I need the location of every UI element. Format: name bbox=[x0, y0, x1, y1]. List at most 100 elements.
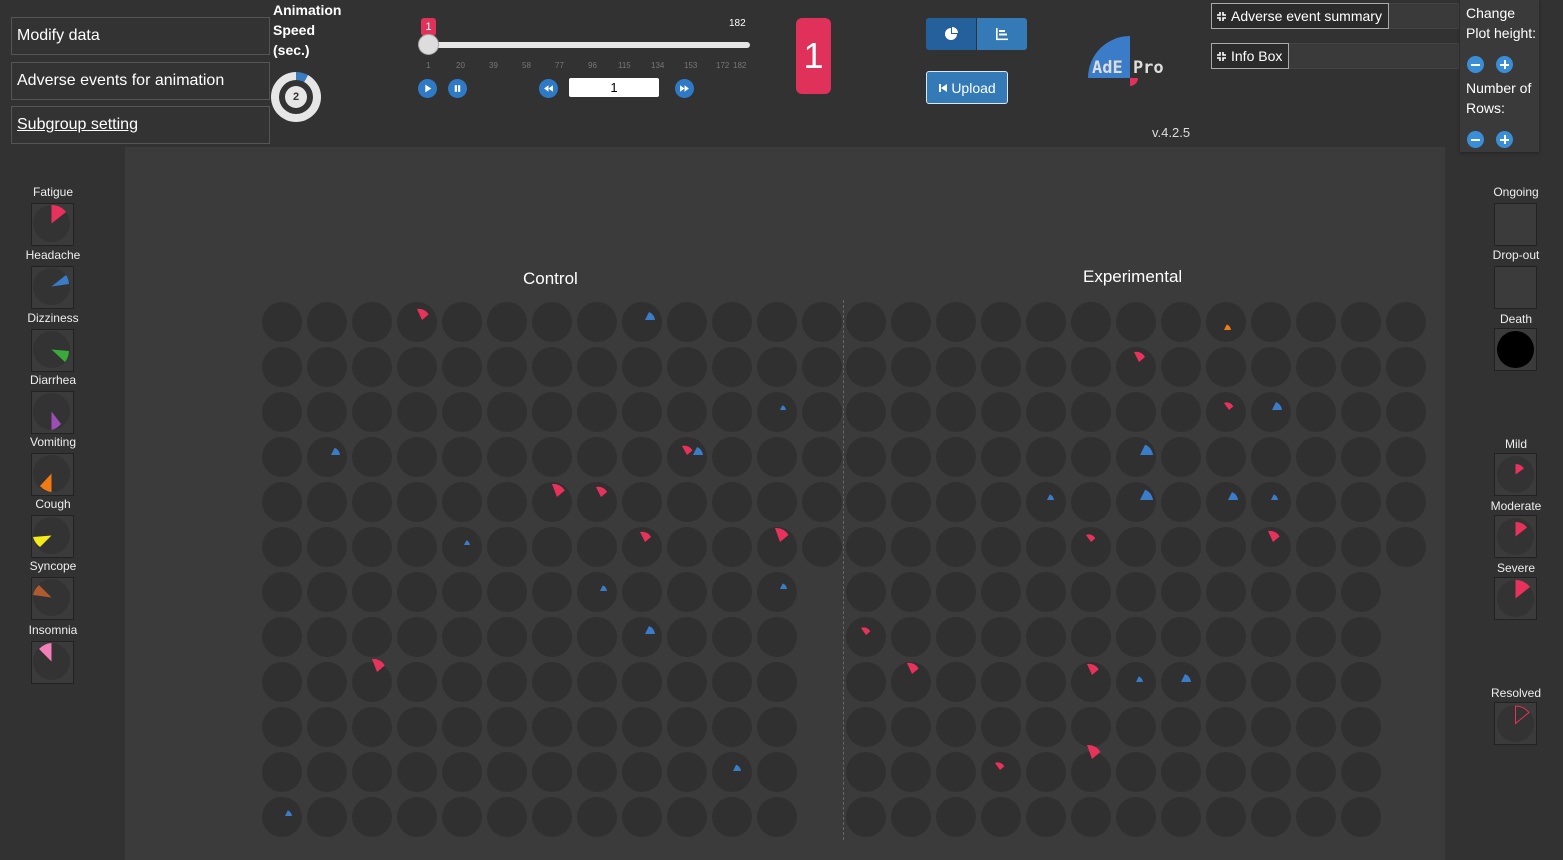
patient-circle[interactable] bbox=[891, 302, 931, 342]
patient-circle[interactable] bbox=[442, 797, 482, 837]
patient-circle[interactable] bbox=[487, 302, 527, 342]
plot-height-decrease-button[interactable] bbox=[1467, 56, 1484, 73]
patient-circle[interactable] bbox=[352, 347, 392, 387]
patient-circle[interactable] bbox=[1161, 392, 1201, 432]
patient-circle[interactable] bbox=[846, 797, 886, 837]
patient-circle[interactable] bbox=[1116, 617, 1156, 657]
patient-circle[interactable] bbox=[981, 527, 1021, 567]
patient-circle[interactable] bbox=[1116, 392, 1156, 432]
patient-circle[interactable] bbox=[1341, 482, 1381, 522]
patient-circle[interactable] bbox=[712, 302, 752, 342]
patient-circle[interactable] bbox=[846, 482, 886, 522]
patient-circle[interactable] bbox=[442, 752, 482, 792]
patient-circle[interactable] bbox=[1296, 392, 1336, 432]
patient-circle[interactable] bbox=[442, 572, 482, 612]
patient-circle[interactable] bbox=[1206, 392, 1246, 432]
ae-summary-toggle-button[interactable]: Adverse event summary bbox=[1211, 3, 1389, 29]
patient-circle[interactable] bbox=[1071, 437, 1111, 477]
patient-circle[interactable] bbox=[532, 392, 572, 432]
patient-circle[interactable] bbox=[577, 392, 617, 432]
patient-circle[interactable] bbox=[1386, 482, 1426, 522]
patient-circle[interactable] bbox=[1026, 617, 1066, 657]
patient-circle[interactable] bbox=[667, 392, 707, 432]
patient-circle[interactable] bbox=[442, 662, 482, 702]
patient-circle[interactable] bbox=[307, 302, 347, 342]
patient-circle[interactable] bbox=[622, 797, 662, 837]
patient-circle[interactable] bbox=[577, 617, 617, 657]
patient-circle[interactable] bbox=[397, 347, 437, 387]
bar-view-button[interactable] bbox=[977, 18, 1027, 50]
patient-circle[interactable] bbox=[1026, 797, 1066, 837]
patient-circle[interactable] bbox=[352, 662, 392, 702]
patient-circle[interactable] bbox=[1071, 797, 1111, 837]
patient-circle[interactable] bbox=[981, 302, 1021, 342]
patient-circle[interactable] bbox=[757, 662, 797, 702]
patient-circle[interactable] bbox=[1116, 797, 1156, 837]
adverse-events-animation-button[interactable]: Adverse events for animation bbox=[11, 62, 270, 100]
patient-circle[interactable] bbox=[891, 437, 931, 477]
patient-circle[interactable] bbox=[532, 797, 572, 837]
patient-circle[interactable] bbox=[1071, 302, 1111, 342]
patient-circle[interactable] bbox=[397, 572, 437, 612]
rows-increase-button[interactable] bbox=[1496, 131, 1513, 148]
patient-circle[interactable] bbox=[307, 437, 347, 477]
patient-circle[interactable] bbox=[1026, 707, 1066, 747]
patient-circle[interactable] bbox=[397, 662, 437, 702]
patient-circle[interactable] bbox=[532, 302, 572, 342]
legend-ae-swatch[interactable] bbox=[31, 641, 74, 684]
patient-circle[interactable] bbox=[936, 752, 976, 792]
patient-circle[interactable] bbox=[891, 527, 931, 567]
patient-circle[interactable] bbox=[442, 707, 482, 747]
patient-circle[interactable] bbox=[891, 482, 931, 522]
patient-circle[interactable] bbox=[1386, 437, 1426, 477]
patient-circle[interactable] bbox=[262, 437, 302, 477]
patient-circle[interactable] bbox=[891, 797, 931, 837]
patient-circle[interactable] bbox=[1341, 662, 1381, 702]
patient-circle[interactable] bbox=[1161, 437, 1201, 477]
patient-circle[interactable] bbox=[802, 347, 842, 387]
patient-circle[interactable] bbox=[846, 527, 886, 567]
patient-circle[interactable] bbox=[532, 752, 572, 792]
patient-circle[interactable] bbox=[352, 482, 392, 522]
patient-circle[interactable] bbox=[667, 437, 707, 477]
patient-circle[interactable] bbox=[1341, 797, 1381, 837]
patient-circle[interactable] bbox=[307, 752, 347, 792]
patient-circle[interactable] bbox=[487, 392, 527, 432]
patient-circle[interactable] bbox=[1296, 527, 1336, 567]
patient-circle[interactable] bbox=[1206, 707, 1246, 747]
patient-circle[interactable] bbox=[667, 797, 707, 837]
patient-circle[interactable] bbox=[981, 482, 1021, 522]
patient-circle[interactable] bbox=[1071, 347, 1111, 387]
patient-circle[interactable] bbox=[712, 572, 752, 612]
patient-circle[interactable] bbox=[397, 392, 437, 432]
patient-circle[interactable] bbox=[936, 797, 976, 837]
patient-circle[interactable] bbox=[1251, 752, 1291, 792]
patient-circle[interactable] bbox=[442, 392, 482, 432]
patient-circle[interactable] bbox=[891, 617, 931, 657]
patient-circle[interactable] bbox=[1251, 662, 1291, 702]
patient-circle[interactable] bbox=[532, 437, 572, 477]
patient-circle[interactable] bbox=[802, 437, 842, 477]
patient-circle[interactable] bbox=[936, 482, 976, 522]
patient-circle[interactable] bbox=[1206, 482, 1246, 522]
patient-circle[interactable] bbox=[1161, 482, 1201, 522]
patient-circle[interactable] bbox=[712, 527, 752, 567]
play-button[interactable] bbox=[418, 79, 437, 98]
patient-circle[interactable] bbox=[936, 662, 976, 702]
patient-circle[interactable] bbox=[577, 797, 617, 837]
patient-circle[interactable] bbox=[1341, 617, 1381, 657]
patient-circle[interactable] bbox=[442, 302, 482, 342]
patient-circle[interactable] bbox=[802, 527, 842, 567]
patient-circle[interactable] bbox=[981, 572, 1021, 612]
patient-circle[interactable] bbox=[757, 482, 797, 522]
patient-circle[interactable] bbox=[397, 302, 437, 342]
pause-button[interactable] bbox=[448, 79, 467, 98]
patient-circle[interactable] bbox=[667, 482, 707, 522]
patient-circle[interactable] bbox=[622, 437, 662, 477]
patient-circle[interactable] bbox=[846, 302, 886, 342]
patient-circle[interactable] bbox=[622, 392, 662, 432]
patient-circle[interactable] bbox=[1341, 572, 1381, 612]
patient-circle[interactable] bbox=[577, 437, 617, 477]
modify-data-button[interactable]: Modify data bbox=[11, 17, 270, 55]
legend-ae-swatch[interactable] bbox=[31, 266, 74, 309]
